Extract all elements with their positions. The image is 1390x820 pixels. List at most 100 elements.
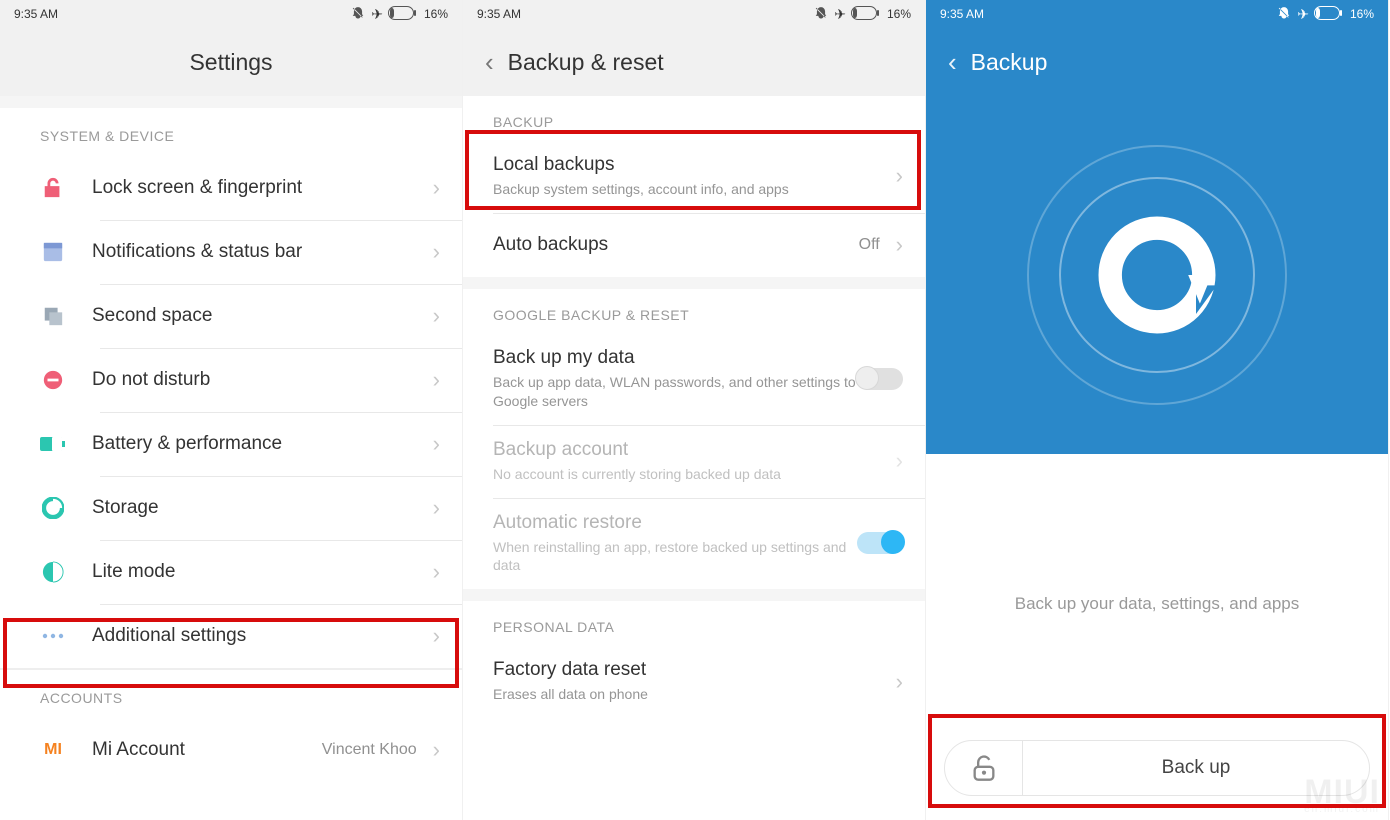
chevron-right-icon: ›	[896, 448, 903, 474]
row-label: Second space	[92, 305, 427, 327]
row-lock-screen[interactable]: Lock screen & fingerprint ›	[0, 156, 462, 220]
row-title: Auto backups	[493, 234, 859, 256]
phone-backup-reset: 9:35 AM ✈ 16% ‹ Backup & reset BACKUP Lo…	[463, 0, 926, 820]
gap	[463, 589, 925, 601]
more-icon	[40, 623, 66, 649]
status-time: 9:35 AM	[14, 7, 58, 21]
page-title: Backup & reset	[508, 49, 664, 76]
battery-pct: 16%	[1350, 7, 1374, 21]
mi-logo-icon: MI	[40, 737, 66, 763]
row-local-backups[interactable]: Local backups Backup system settings, ac…	[463, 140, 925, 213]
page-title: Backup	[971, 49, 1048, 76]
refresh-icon	[1092, 210, 1222, 340]
row-auto-backups[interactable]: Auto backups Off ›	[463, 213, 925, 277]
gap	[463, 277, 925, 289]
section-google: GOOGLE BACKUP & RESET	[463, 289, 925, 333]
row-value: Vincent Khoo	[322, 741, 417, 759]
ring-mid	[1059, 177, 1255, 373]
row-title: Local backups	[493, 154, 890, 176]
status-time: 9:35 AM	[477, 7, 521, 21]
chevron-right-icon: ›	[433, 495, 440, 521]
chevron-right-icon: ›	[896, 163, 903, 189]
toggle-auto-restore[interactable]	[857, 532, 903, 554]
row-label: Mi Account	[92, 739, 322, 761]
row-title: Factory data reset	[493, 659, 890, 681]
phone-backup: 9:35 AM ✈ 16% ‹ Backup	[926, 0, 1389, 820]
battery-pct: 16%	[887, 7, 911, 21]
chevron-right-icon: ›	[433, 559, 440, 585]
row-label: Notifications & status bar	[92, 241, 427, 263]
chevron-right-icon: ›	[433, 431, 440, 457]
lite-mode-icon	[40, 559, 66, 585]
section-backup: BACKUP	[463, 96, 925, 140]
row-label: Additional settings	[92, 625, 427, 647]
row-label: Storage	[92, 497, 427, 519]
status-bar: 9:35 AM ✈ 16%	[926, 0, 1388, 28]
dnd-icon	[40, 367, 66, 393]
row-label: Lite mode	[92, 561, 427, 583]
back-button[interactable]: ‹	[948, 47, 957, 78]
airplane-icon: ✈	[371, 6, 382, 23]
battery-pct: 16%	[424, 7, 448, 21]
status-bar: 9:35 AM ✈ 16%	[0, 0, 462, 28]
lock-icon	[40, 175, 66, 201]
watermark-sub: en.miui.com	[1304, 806, 1380, 814]
row-dnd[interactable]: Do not disturb ›	[0, 348, 462, 412]
battery-icon	[851, 6, 881, 23]
status-right: ✈ 16%	[814, 6, 911, 23]
row-back-up-my-data[interactable]: Back up my data Back up app data, WLAN p…	[463, 333, 925, 425]
row-subtitle: Back up app data, WLAN passwords, and ot…	[493, 373, 857, 411]
watermark: MIUI en.miui.com	[1304, 779, 1380, 814]
page-title: Settings	[189, 49, 272, 76]
section-system-device: SYSTEM & DEVICE	[0, 108, 462, 156]
airplane-icon: ✈	[834, 6, 845, 23]
row-additional-settings[interactable]: Additional settings ›	[0, 604, 462, 668]
gap	[0, 96, 462, 108]
row-title: Back up my data	[493, 347, 857, 369]
backup-top: 9:35 AM ✈ 16% ‹ Backup	[926, 0, 1388, 454]
row-subtitle: When reinstalling an app, restore backed…	[493, 538, 857, 576]
unlock-button[interactable]	[945, 741, 1023, 795]
row-notifications[interactable]: Notifications & status bar ›	[0, 220, 462, 284]
status-bar: 9:35 AM ✈ 16%	[463, 0, 925, 28]
row-factory-reset[interactable]: Factory data reset Erases all data on ph…	[463, 645, 925, 718]
toggle-backup-data[interactable]	[857, 368, 903, 390]
airplane-icon: ✈	[1297, 6, 1308, 23]
row-label: Lock screen & fingerprint	[92, 177, 427, 199]
section-accounts: ACCOUNTS	[0, 670, 462, 718]
chevron-right-icon: ›	[433, 303, 440, 329]
battery-perf-icon	[40, 431, 66, 457]
ring-outer	[1027, 145, 1287, 405]
row-mi-account[interactable]: MI Mi Account Vincent Khoo ›	[0, 718, 462, 782]
status-right: ✈ 16%	[351, 6, 448, 23]
silent-icon	[814, 6, 828, 23]
phone-settings: 9:35 AM ✈ 16% Settings SYSTEM & DEVICE L…	[0, 0, 463, 820]
chevron-right-icon: ›	[433, 239, 440, 265]
section-personal: PERSONAL DATA	[463, 601, 925, 645]
status-right: ✈ 16%	[1277, 6, 1374, 23]
battery-icon	[1314, 6, 1344, 23]
silent-icon	[1277, 6, 1291, 23]
storage-icon	[40, 495, 66, 521]
row-subtitle: Erases all data on phone	[493, 685, 890, 704]
backup-graphic	[926, 96, 1388, 454]
row-title: Backup account	[493, 439, 890, 461]
row-backup-account: Backup account No account is currently s…	[463, 425, 925, 498]
header: Settings	[0, 28, 462, 96]
chevron-right-icon: ›	[896, 669, 903, 695]
row-second-space[interactable]: Second space ›	[0, 284, 462, 348]
header: ‹ Backup & reset	[463, 28, 925, 96]
row-battery[interactable]: Battery & performance ›	[0, 412, 462, 476]
row-label: Battery & performance	[92, 433, 427, 455]
battery-icon	[388, 6, 418, 23]
notification-icon	[40, 239, 66, 265]
unlock-icon	[970, 754, 998, 782]
row-lite-mode[interactable]: Lite mode ›	[0, 540, 462, 604]
chevron-right-icon: ›	[433, 623, 440, 649]
second-space-icon	[40, 303, 66, 329]
row-storage[interactable]: Storage ›	[0, 476, 462, 540]
back-button[interactable]: ‹	[485, 47, 494, 78]
row-subtitle: No account is currently storing backed u…	[493, 465, 890, 484]
chevron-right-icon: ›	[433, 367, 440, 393]
header: ‹ Backup	[926, 28, 1388, 96]
